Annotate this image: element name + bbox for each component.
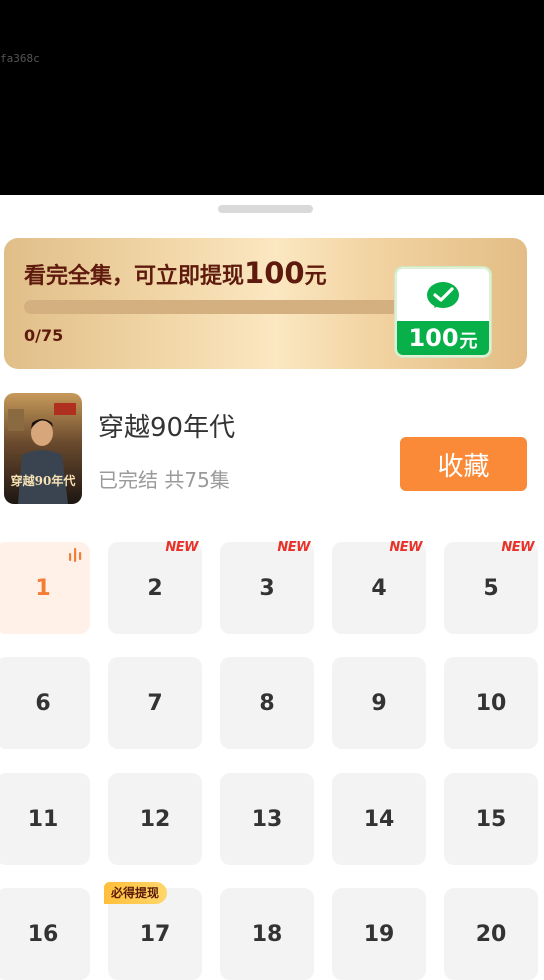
new-badge: NEW xyxy=(501,540,534,555)
episode-number: 18 xyxy=(251,921,283,947)
wechat-unit: 元 xyxy=(459,331,478,352)
wechat-amount: 100 xyxy=(408,324,459,352)
episode-item[interactable]: 2 NEW xyxy=(108,540,202,634)
video-area[interactable]: fa368c xyxy=(0,0,544,195)
episode-number: 8 xyxy=(259,690,275,716)
sheet-drag-handle[interactable] xyxy=(218,205,313,213)
episode-item[interactable]: 8 xyxy=(220,657,314,749)
episode-item[interactable]: 18 xyxy=(220,888,314,980)
favorite-button[interactable]: 收藏 xyxy=(400,437,527,491)
episode-item[interactable]: 7 xyxy=(108,657,202,749)
episode-item[interactable]: 5 NEW xyxy=(444,540,538,634)
episode-item[interactable]: 13 xyxy=(220,773,314,865)
debug-label: fa368c xyxy=(0,52,40,65)
reward-banner[interactable]: 看完全集，可立即提现100元 0/75 100 元 xyxy=(4,238,527,369)
reward-unit: 元 xyxy=(304,264,327,289)
episode-number: 10 xyxy=(475,690,507,716)
wechat-cash-card: 100 元 xyxy=(395,267,491,357)
episode-item[interactable]: 11 xyxy=(0,773,90,865)
episode-number: 11 xyxy=(27,806,59,832)
episode-number: 12 xyxy=(139,806,171,832)
reward-title-prefix: 看完全集，可立即提现 xyxy=(24,264,245,289)
episode-number: 5 xyxy=(483,575,499,601)
wechat-pay-icon xyxy=(427,282,459,308)
episode-number: 13 xyxy=(251,806,283,832)
withdraw-tag: 必得提现 xyxy=(104,882,168,904)
reward-title: 看完全集，可立即提现100元 xyxy=(24,256,327,290)
episode-number: 14 xyxy=(363,806,395,832)
episode-number: 2 xyxy=(147,575,163,601)
episode-number: 1 xyxy=(35,575,51,601)
new-badge: NEW xyxy=(277,540,310,555)
episode-number: 16 xyxy=(27,921,59,947)
reward-amount: 100 xyxy=(244,256,305,290)
show-poster: 穿越90年代 xyxy=(4,393,82,504)
playing-bars-icon xyxy=(69,548,82,562)
episode-number: 9 xyxy=(371,690,387,716)
episode-item[interactable]: 15 xyxy=(444,773,538,865)
reward-progress-text: 0/75 xyxy=(24,326,64,345)
episode-item[interactable]: 19 xyxy=(332,888,426,980)
episode-number: 20 xyxy=(475,921,507,947)
show-title: 穿越90年代 xyxy=(98,413,236,443)
episode-number: 19 xyxy=(363,921,395,947)
episode-number: 17 xyxy=(139,921,171,947)
poster-title: 穿越90年代 xyxy=(11,473,76,488)
episode-item[interactable]: 12 xyxy=(108,773,202,865)
episode-item[interactable]: 20 xyxy=(444,888,538,980)
show-meta: 已完结 共75集 xyxy=(98,468,230,492)
episode-number: 15 xyxy=(475,806,507,832)
episode-item[interactable]: 14 xyxy=(332,773,426,865)
episode-number: 3 xyxy=(259,575,275,601)
reward-progress-bar xyxy=(24,300,404,314)
episode-number: 4 xyxy=(371,575,387,601)
episode-number: 7 xyxy=(147,690,163,716)
episode-item[interactable]: 17 必得提现 xyxy=(104,882,202,980)
episode-item[interactable]: 10 xyxy=(444,657,538,749)
episode-item[interactable]: 16 xyxy=(0,888,90,980)
episode-sheet: 看完全集，可立即提现100元 0/75 100 元 穿越90年代 穿越90年代 … xyxy=(0,195,544,980)
episode-item[interactable]: 1 xyxy=(0,542,90,634)
episode-item[interactable]: 3 NEW xyxy=(220,540,314,634)
episode-item[interactable]: 9 xyxy=(332,657,426,749)
new-badge: NEW xyxy=(389,540,422,555)
new-badge: NEW xyxy=(165,540,198,555)
episode-number: 6 xyxy=(35,690,51,716)
episode-item[interactable]: 4 NEW xyxy=(332,540,426,634)
episode-item[interactable]: 6 xyxy=(0,657,90,749)
